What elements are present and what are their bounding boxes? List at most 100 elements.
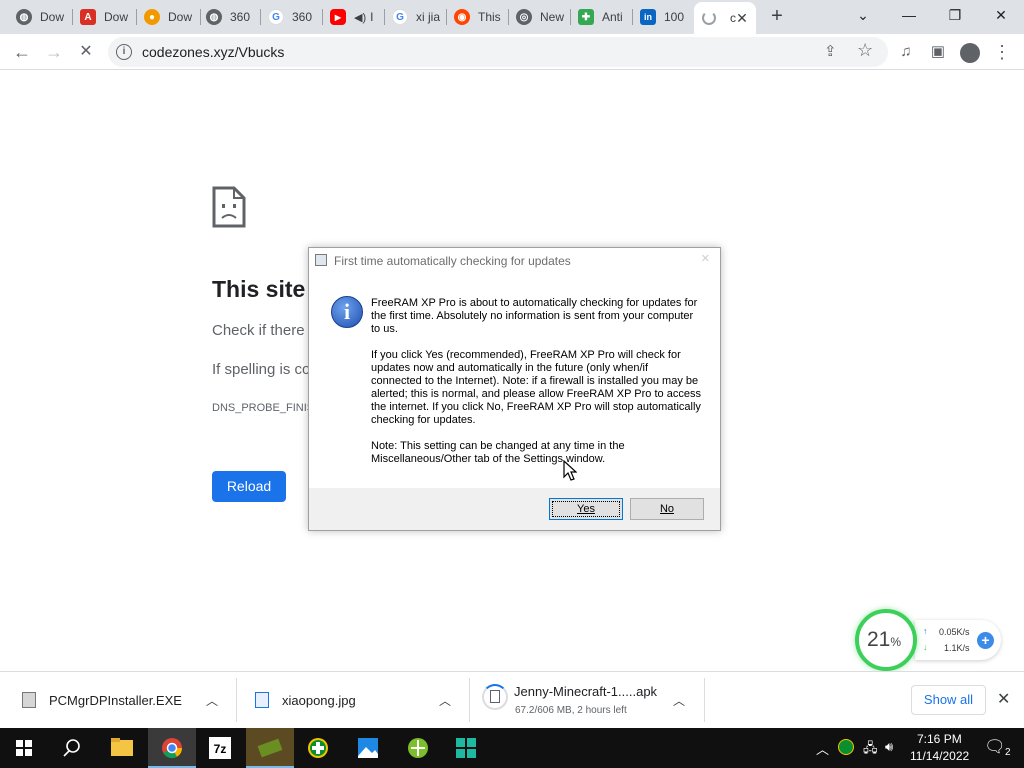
network-icon[interactable]: 🖧 [863, 739, 878, 761]
menu-dots-icon[interactable]: ⋮ [988, 38, 1016, 66]
error-line-2: If spelling is co [212, 361, 311, 378]
tab-title: Dow [104, 10, 129, 24]
dialog-title: First time automatically checking for up… [334, 254, 571, 268]
tab-title: xi jia [416, 10, 441, 24]
teal-app-icon[interactable] [442, 728, 490, 768]
update-dialog: First time automatically checking for up… [308, 247, 721, 531]
firefox-like-icon: ● [144, 9, 160, 25]
tab-title: Dow [40, 10, 65, 24]
photos-icon[interactable] [344, 728, 392, 768]
new-tab-button[interactable]: + [764, 4, 790, 30]
download-item[interactable]: PCMgrDPInstaller.EXE ︿ [0, 678, 236, 722]
tab[interactable]: ✚ Anti [570, 4, 630, 30]
downloads-bar: PCMgrDPInstaller.EXE ︿ xiaopong.jpg ︿ Je… [0, 671, 1024, 728]
notification-center-icon[interactable]: 🗨︎ [984, 737, 1006, 757]
memory-percent: 21% [867, 628, 901, 652]
speaker-icon: ◀) [354, 11, 367, 24]
tab-title: Dow [168, 10, 193, 24]
tab[interactable]: in 100 [632, 4, 692, 30]
forward-button[interactable]: → [40, 38, 68, 66]
green-plus-tray-icon[interactable] [838, 739, 854, 755]
close-window-button[interactable]: ✕ [978, 0, 1024, 32]
chevron-up-tray-icon[interactable]: ︿ [816, 739, 829, 758]
tab-search-button[interactable]: ⌄ [840, 0, 886, 32]
tab[interactable]: ◉ This [446, 4, 506, 30]
dialog-paragraph: If you click Yes (recommended), FreeRAM … [371, 349, 701, 426]
download-item[interactable]: xiaopong.jpg ︿ [237, 678, 469, 722]
close-downloads-icon[interactable]: ✕ [997, 689, 1010, 709]
tab[interactable]: ▶ ◀) I [322, 4, 382, 30]
mouse-cursor-icon [563, 459, 578, 487]
widget-plus-icon[interactable]: + [977, 632, 994, 649]
dialog-titlebar[interactable]: First time automatically checking for up… [309, 248, 720, 272]
download-status: 67.2/606 MB, 2 hours left [515, 705, 627, 716]
url-text[interactable]: codezones.xyz/Vbucks [142, 44, 284, 60]
tab[interactable]: A Dow [72, 4, 134, 30]
dialog-button-row: Yes No [309, 488, 720, 530]
clock-date[interactable]: 11/14/2022 [910, 749, 969, 763]
globe-icon: ◍ [16, 9, 32, 25]
upload-arrow-icon: ↑ [923, 626, 928, 636]
app-window-icon [315, 254, 327, 266]
tab-active[interactable]: c ✕ [694, 2, 756, 34]
tab-title: This [478, 10, 501, 24]
7zip-icon[interactable]: 7z [196, 728, 244, 768]
no-label: No [659, 503, 675, 515]
media-control-icon[interactable]: ♫ [892, 38, 920, 66]
start-button[interactable] [0, 728, 48, 768]
upload-speed: 0.05K/s [939, 627, 970, 637]
volume-icon[interactable]: 🔊︎ [885, 739, 893, 755]
tab-title: 360 [230, 10, 251, 24]
download-item[interactable]: Jenny-Minecraft-1.....apk 67.2/606 MB, 2… [470, 678, 704, 722]
file-explorer-icon[interactable] [98, 728, 146, 768]
windows-taskbar: 7z ︿ 🖧 🔊︎ 7:16 PM 11/14/2022 🗨︎ 2 [0, 728, 1024, 768]
notification-count: 2 [1005, 747, 1011, 758]
clock-time[interactable]: 7:16 PM [917, 732, 962, 746]
chevron-up-icon[interactable]: ︿ [439, 692, 451, 709]
green-globe-app-icon[interactable] [394, 728, 442, 768]
profile-avatar-icon[interactable] [956, 38, 984, 66]
youtube-icon: ▶ [330, 9, 346, 25]
image-file-icon [255, 692, 269, 708]
tab[interactable]: ◎ New [508, 4, 568, 30]
green-plus-app-icon[interactable] [294, 728, 342, 768]
tab[interactable]: ◍ Dow [8, 4, 70, 30]
percent-sign: % [890, 635, 902, 649]
show-all-button[interactable]: Show all [911, 685, 986, 715]
screen: ◍ Dow A Dow ● Dow ◍ 360 G 360 ▶ ◀) I G x… [0, 0, 1024, 768]
reload-button[interactable]: Reload [212, 471, 286, 502]
site-info-icon[interactable]: i [116, 44, 132, 60]
yes-button[interactable]: Yes [549, 498, 623, 520]
chrome-taskbar-icon[interactable] [148, 728, 196, 768]
chrome-icon: ◎ [516, 9, 532, 25]
chevron-up-icon[interactable]: ︿ [673, 692, 685, 709]
tab[interactable]: G 360 [260, 4, 320, 30]
puzzle-icon: ✚ [578, 9, 594, 25]
file-icon [490, 690, 500, 703]
loading-spinner-icon [702, 11, 716, 25]
linkedin-icon: in [640, 9, 656, 25]
close-tab-icon[interactable]: ✕ [734, 10, 750, 26]
tab-title: 360 [292, 10, 313, 24]
yes-label: Yes [577, 503, 595, 515]
back-button[interactable]: ← [8, 38, 36, 66]
minimize-button[interactable]: — [886, 0, 932, 32]
tab-title: I [370, 10, 374, 24]
tab[interactable]: ● Dow [136, 4, 198, 30]
stop-reload-button[interactable]: ✕ [72, 38, 100, 66]
dialog-message: FreeRAM XP Pro is about to automatically… [371, 297, 701, 479]
close-icon[interactable]: ✕ [701, 252, 710, 265]
no-button[interactable]: No [630, 498, 704, 520]
restore-button[interactable]: ❐ [932, 0, 978, 32]
tab[interactable]: G xi jia [384, 4, 444, 30]
share-icon[interactable]: ⇪ [824, 42, 837, 60]
address-bar[interactable]: i codezones.xyz/Vbucks ⇪ ☆ [108, 37, 888, 67]
info-icon: i [331, 296, 363, 328]
ram-tool-icon[interactable] [246, 728, 294, 768]
bookmark-star-icon[interactable]: ☆ [857, 40, 873, 61]
pdf-icon: A [80, 9, 96, 25]
side-panel-icon[interactable]: ▣ [924, 38, 952, 66]
search-icon[interactable] [48, 728, 96, 768]
chevron-up-icon[interactable]: ︿ [206, 692, 218, 709]
tab[interactable]: ◍ 360 [198, 4, 258, 30]
